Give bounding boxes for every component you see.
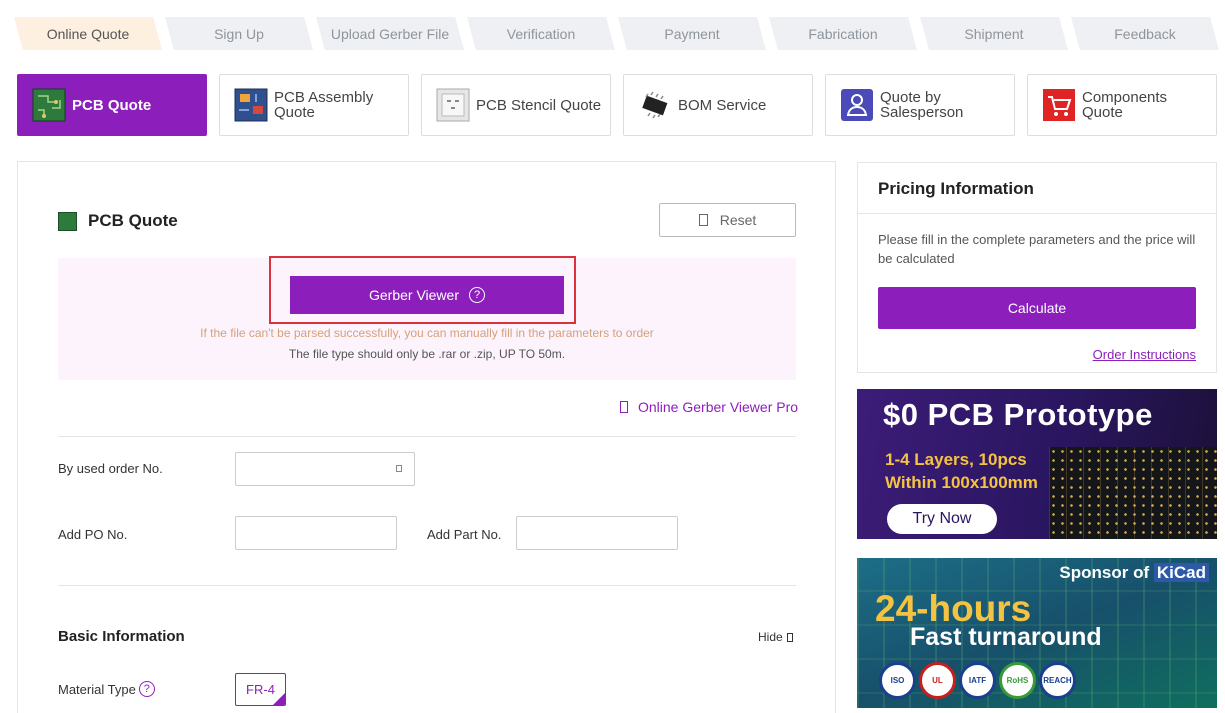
- selected-check-icon: [273, 693, 285, 705]
- rohs-cert-icon: RoHS: [999, 662, 1036, 699]
- tab-components-quote[interactable]: Components Quote: [1027, 74, 1217, 136]
- step-shipment: Shipment: [920, 17, 1068, 50]
- tab-label: PCB Stencil Quote: [476, 96, 602, 114]
- part-label: Add Part No.: [427, 527, 502, 542]
- tab-label: PCB Quote: [72, 96, 152, 114]
- calculate-button[interactable]: Calculate: [878, 287, 1196, 329]
- tab-label: BOM Service: [678, 96, 767, 114]
- step-feedback: Feedback: [1071, 17, 1219, 50]
- divider: [58, 585, 796, 586]
- ul-cert-icon: UL: [919, 662, 956, 699]
- help-icon[interactable]: ?: [469, 287, 485, 303]
- hide-toggle[interactable]: Hide: [758, 630, 793, 644]
- pcb-quote-panel: PCB Quote Reset Gerber Viewer ? If the f…: [17, 161, 836, 713]
- stencil-icon: [436, 88, 470, 122]
- divider: [58, 436, 796, 437]
- material-option-label: FR-4: [246, 682, 275, 697]
- part-number-input[interactable]: [516, 516, 678, 550]
- tab-pcb-quote[interactable]: PCB Quote: [17, 74, 207, 136]
- pricing-description: Please fill in the complete parameters a…: [878, 232, 1196, 266]
- material-type-label: Material Type ?: [58, 681, 155, 697]
- step-sign-up: Sign Up: [165, 17, 313, 50]
- banner-headline: $0 PCB Prototype: [883, 397, 1153, 432]
- help-icon[interactable]: ?: [138, 681, 155, 697]
- banner-line2: Within 100x100mm: [885, 473, 1038, 492]
- tab-label: PCB Assembly Quote: [274, 89, 374, 121]
- dropdown-icon[interactable]: [396, 465, 402, 472]
- pricing-title: Pricing Information: [878, 179, 1034, 198]
- progress-steps: Online Quote Sign Up Upload Gerber File …: [14, 17, 1225, 50]
- basic-information-title: Basic Information: [58, 628, 185, 645]
- material-label-text: Material Type: [58, 681, 136, 697]
- collapse-icon: [786, 632, 793, 642]
- reset-button[interactable]: Reset: [659, 203, 796, 237]
- page-title: PCB Quote: [88, 211, 178, 230]
- pricing-information-panel: Pricing Information Please fill in the c…: [857, 162, 1217, 373]
- iso-cert-icon: ISO: [879, 662, 916, 699]
- material-option-fr4[interactable]: FR-4: [235, 673, 286, 706]
- step-payment: Payment: [618, 17, 766, 50]
- hide-label: Hide: [758, 630, 783, 644]
- prototype-banner[interactable]: $0 PCB Prototype 1-4 Layers, 10pcs Withi…: [857, 389, 1217, 539]
- kicad-logo: KiCad: [1153, 563, 1209, 582]
- tab-bom-service[interactable]: BOM Service: [623, 74, 813, 136]
- gerber-viewer-button[interactable]: Gerber Viewer ?: [290, 276, 564, 314]
- chip-icon: [638, 88, 672, 122]
- tab-label: Quote by Salesperson: [880, 89, 964, 121]
- tab-pcb-stencil-quote[interactable]: PCB Stencil Quote: [421, 74, 611, 136]
- online-gerber-viewer-pro-link[interactable]: Online Gerber Viewer Pro: [620, 399, 798, 415]
- file-type-hint: The file type should only be .rar or .zi…: [288, 347, 566, 361]
- po-label: Add PO No.: [58, 527, 128, 542]
- step-verification: Verification: [467, 17, 615, 50]
- sponsor-label: Sponsor of: [1059, 563, 1150, 582]
- turnaround-text: Fast turnaround: [910, 623, 1102, 651]
- step-fabrication: Fabrication: [769, 17, 917, 50]
- po-number-input[interactable]: [235, 516, 397, 550]
- sponsor-text: Sponsor of KiCad: [1059, 563, 1209, 583]
- used-order-input[interactable]: [235, 452, 415, 486]
- divider: [858, 213, 1216, 214]
- pcb-board-icon: [32, 88, 66, 122]
- kicad-sponsor-banner[interactable]: Sponsor of KiCad 24-hours Fast turnaroun…: [857, 558, 1217, 708]
- parse-hint: If the file can't be parsed successfully…: [200, 326, 654, 340]
- reach-cert-icon: REACH: [1039, 662, 1076, 699]
- shopping-cart-icon: [1042, 88, 1076, 122]
- used-order-label: By used order No.: [58, 461, 163, 476]
- pcb-board-icon: [58, 212, 77, 231]
- salesperson-icon: [840, 88, 874, 122]
- step-online-quote: Online Quote: [14, 17, 162, 50]
- banner-line1: 1-4 Layers, 10pcs: [885, 450, 1027, 469]
- reset-label: Reset: [719, 212, 757, 228]
- reset-icon: [698, 214, 708, 226]
- external-link-icon: [620, 401, 628, 413]
- tab-pcb-assembly-quote[interactable]: PCB Assembly Quote: [219, 74, 409, 136]
- gerber-pro-label: Online Gerber Viewer Pro: [638, 399, 799, 415]
- order-instructions-link[interactable]: Order Instructions: [1093, 347, 1196, 362]
- pcb-photo: [1049, 447, 1217, 539]
- banner-subtext: 1-4 Layers, 10pcs Within 100x100mm: [885, 448, 1038, 494]
- try-now-button[interactable]: Try Now: [887, 504, 997, 534]
- gerber-upload-area[interactable]: Gerber Viewer ? If the file can't be par…: [58, 256, 796, 380]
- step-upload-gerber: Upload Gerber File: [316, 17, 464, 50]
- tab-quote-by-salesperson[interactable]: Quote by Salesperson: [825, 74, 1015, 136]
- iatf-cert-icon: IATF: [959, 662, 996, 699]
- pcb-assembly-icon: [234, 88, 268, 122]
- gerber-viewer-label: Gerber Viewer: [368, 287, 459, 303]
- tab-label: Components Quote: [1082, 89, 1168, 121]
